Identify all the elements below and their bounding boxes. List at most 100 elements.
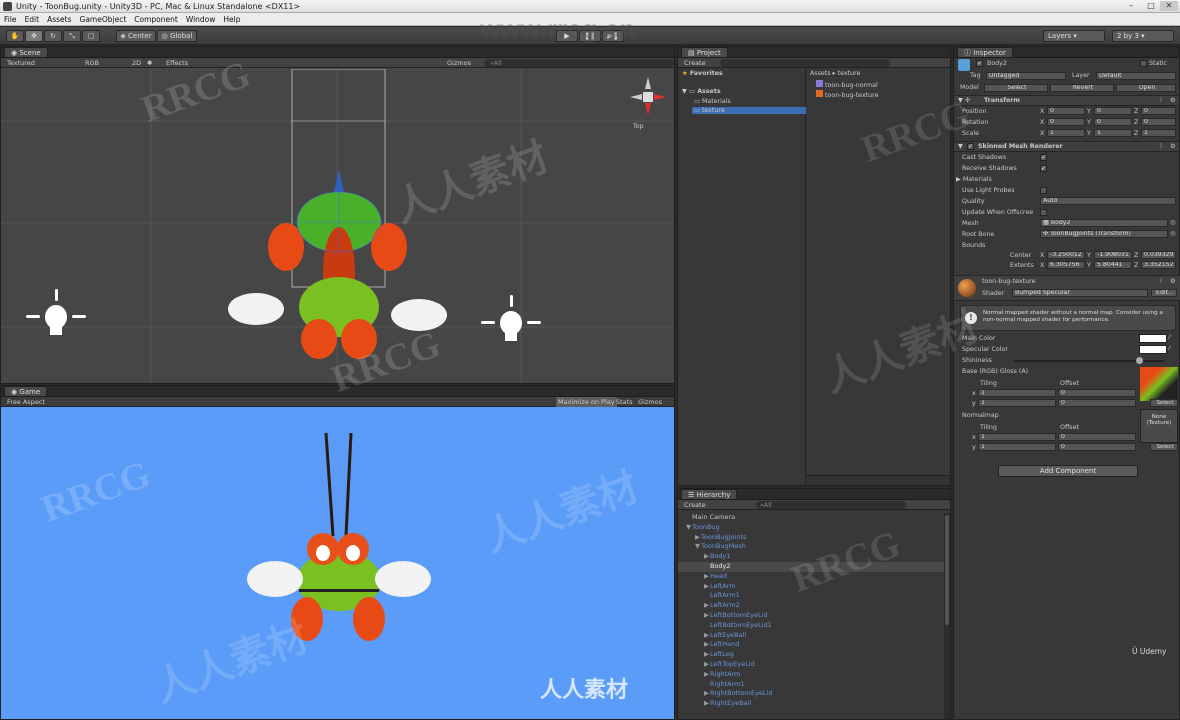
help-icon[interactable]: ? (1159, 278, 1162, 285)
layer-dropdown[interactable]: Default (1096, 72, 1176, 80)
normal-offset-y[interactable]: 0 (1058, 443, 1136, 451)
help-icon[interactable]: ? (1159, 143, 1162, 150)
hierarchy-item[interactable]: ▶LeftEyeBall (678, 631, 944, 641)
main-color-swatch[interactable] (1139, 334, 1167, 343)
asset-toon-bug-normal[interactable]: toon-bug-normal (816, 80, 878, 89)
render-mode-dropdown[interactable]: RGB (85, 58, 99, 68)
minimize-button[interactable]: – (1122, 1, 1140, 11)
hierarchy-item[interactable]: ▶LeftBottomEyeLid (678, 611, 944, 621)
hierarchy-item[interactable]: LeftArm1 (678, 591, 944, 601)
hierarchy-item[interactable]: ▶LeftArm2 (678, 601, 944, 611)
smr-enabled-checkbox[interactable]: ✓ (967, 143, 974, 150)
hierarchy-item[interactable]: ▶ToonBugJoints (678, 533, 944, 543)
lighting-toggle[interactable]: ✱ (147, 58, 152, 68)
step-button[interactable]: ▶❚ (602, 30, 624, 42)
mesh-field[interactable]: ▦ Body2 (1040, 219, 1168, 227)
hierarchy-item[interactable]: ▶LeftHand (678, 640, 944, 650)
menu-window[interactable]: Window (182, 13, 220, 26)
transform-y-field[interactable]: 1 (1094, 129, 1132, 137)
rect-tool-button[interactable]: ▢ (82, 30, 100, 42)
hierarchy-create-dropdown[interactable]: Create (684, 500, 706, 510)
shader-dropdown[interactable]: Bumped Specular (1012, 289, 1148, 297)
hierarchy-item[interactable]: LeftBottomEyeLid1 (678, 621, 944, 631)
menu-help[interactable]: Help (219, 13, 244, 26)
hierarchy-item[interactable]: ▶Body1 (678, 552, 944, 562)
extents-y-field[interactable]: 5.80441 (1094, 261, 1132, 269)
play-button[interactable]: ▶ (556, 30, 578, 42)
transform-z-field[interactable]: 0 (1141, 107, 1176, 115)
menu-assets[interactable]: Assets (43, 13, 75, 26)
tab-game[interactable]: ◉ Game (4, 386, 48, 396)
extents-z-field[interactable]: 3.352152 (1141, 261, 1176, 269)
hierarchy-item[interactable]: ▶LeftArm (678, 582, 944, 592)
base-tiling-y[interactable]: 1 (978, 399, 1056, 407)
transform-x-field[interactable]: 0 (1047, 118, 1085, 126)
quality-dropdown[interactable]: Auto (1040, 197, 1176, 205)
hierarchy-item[interactable]: ▶RightEyeBall (678, 699, 944, 709)
hierarchy-scrollbar[interactable] (944, 513, 950, 719)
light-gizmo-right-icon[interactable] (481, 293, 541, 353)
assets-folder[interactable]: ▼ ▭ Assets (682, 88, 721, 95)
menu-edit[interactable]: Edit (21, 13, 44, 26)
add-component-button[interactable]: Add Component (998, 465, 1138, 477)
base-texture-thumbnail[interactable] (1140, 367, 1178, 401)
hierarchy-item[interactable]: ▶RightArm (678, 670, 944, 680)
materials-folder[interactable]: ▭ Materials (694, 98, 731, 105)
tag-dropdown[interactable]: Untagged (986, 72, 1066, 80)
stats-toggle[interactable]: Stats (616, 397, 633, 407)
specular-color-swatch[interactable] (1139, 345, 1167, 354)
menu-file[interactable]: File (0, 13, 21, 26)
skinned-mesh-renderer-header[interactable]: ▼ ✓ Skinned Mesh Renderer ? ⚙ (954, 141, 1179, 152)
root-bone-picker-icon[interactable]: ◎ (1170, 230, 1176, 237)
object-name[interactable]: Body2 (987, 60, 1007, 67)
hierarchy-item[interactable]: RightArm1 (678, 680, 944, 690)
base-offset-y[interactable]: 0 (1058, 399, 1136, 407)
pause-button[interactable]: ❚❚ (579, 30, 601, 42)
menu-gameobject[interactable]: GameObject (76, 13, 131, 26)
scale-tool-button[interactable]: ⤡ (63, 30, 81, 42)
hierarchy-item[interactable]: Body2 (678, 561, 944, 572)
normal-tiling-x[interactable]: 1 (978, 433, 1056, 441)
scene-search-input[interactable]: ⌕ All (484, 59, 674, 67)
tab-scene[interactable]: ◉ Scene (4, 47, 48, 57)
normalmap-slot[interactable]: None (Texture) (1140, 409, 1178, 443)
project-create-dropdown[interactable]: Create (684, 58, 706, 68)
normal-offset-x[interactable]: 0 (1058, 433, 1136, 441)
hierarchy-item[interactable]: ▶RightBottomEyeLid (678, 689, 944, 699)
model-revert-button[interactable]: Revert (1050, 84, 1114, 92)
transform-header[interactable]: ▼ ✣ Transform ? ⚙ (954, 95, 1179, 106)
maximize-on-play-toggle[interactable]: Maximize on Play (556, 397, 617, 407)
rotate-tool-button[interactable]: ↻ (44, 30, 62, 42)
transform-expand[interactable]: ▼ ✣ (958, 97, 970, 104)
tab-inspector[interactable]: ⓘ Inspector (957, 47, 1013, 57)
transform-y-field[interactable]: 0 (1094, 107, 1132, 115)
move-tool-button[interactable]: ✥ (25, 30, 43, 42)
game-gizmos-dropdown[interactable]: Gizmos (638, 397, 662, 407)
material-header[interactable]: toon-bug-texture Shader Bumped Specular … (954, 275, 1180, 301)
transform-x-field[interactable]: 0 (1047, 107, 1085, 115)
project-search-input[interactable] (720, 59, 890, 67)
transform-z-field[interactable]: 1 (1141, 129, 1176, 137)
base-offset-x[interactable]: 0 (1058, 389, 1136, 397)
pivot-center-button[interactable]: ◈ Center (116, 30, 156, 42)
hierarchy-item[interactable]: Main Camera (678, 513, 944, 523)
transform-x-field[interactable]: 1 (1047, 129, 1085, 137)
center-x-field[interactable]: -3.250012 (1047, 251, 1085, 259)
shader-edit-button[interactable]: Edit... (1151, 289, 1177, 297)
transform-y-field[interactable]: 0 (1094, 118, 1132, 126)
hierarchy-search-input[interactable]: ⌕ All (756, 501, 906, 509)
receive-shadows-checkbox[interactable]: ✓ (1040, 165, 1047, 172)
favorites-item[interactable]: ★ Favorites (682, 70, 723, 77)
component-gear-icon[interactable]: ⚙ (1170, 97, 1176, 104)
close-button[interactable]: ✕ (1160, 1, 1178, 11)
view-orientation-gizmo[interactable] (626, 75, 670, 119)
model-open-button[interactable]: Open (1116, 84, 1176, 92)
hand-tool-button[interactable]: ✋ (6, 30, 24, 42)
project-breadcrumb[interactable]: Assets ▸ texture (810, 70, 860, 77)
active-checkbox[interactable]: ✓ (976, 60, 983, 67)
mesh-picker-icon[interactable]: ◎ (1170, 219, 1176, 226)
base-texture-select-button[interactable]: Select (1150, 399, 1178, 407)
menu-component[interactable]: Component (130, 13, 182, 26)
maximize-button[interactable]: □ (1142, 1, 1160, 11)
2d-toggle[interactable]: 2D (132, 58, 141, 68)
